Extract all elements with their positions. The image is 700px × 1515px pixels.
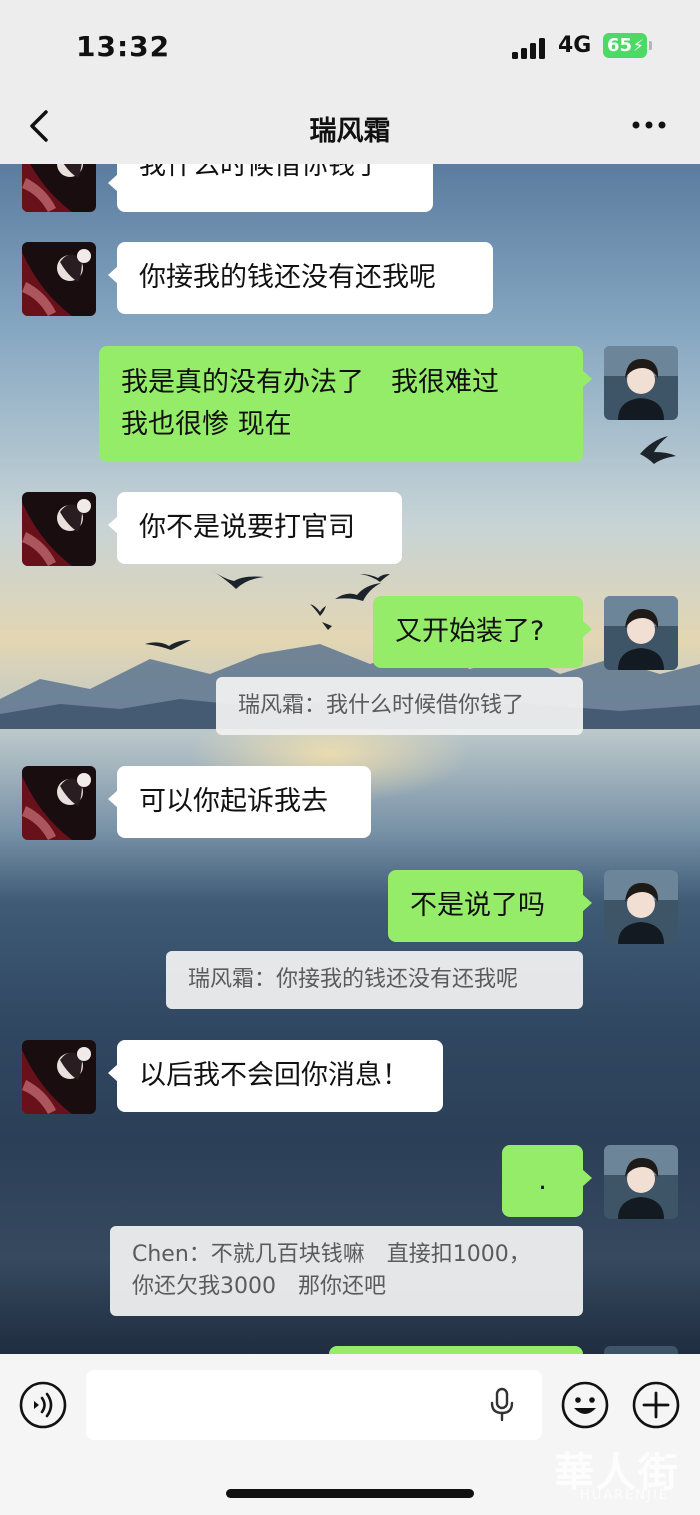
message-received[interactable]: 以后我不会回你消息！ <box>108 1040 443 1112</box>
message-sent[interactable]: 我是真的没有办法了 我很难过 我也很惨 现在 <box>99 346 592 462</box>
contact-avatar[interactable] <box>22 492 96 566</box>
my-avatar-partial <box>604 1346 678 1354</box>
network-type: 4G <box>558 33 592 58</box>
signal-icon <box>512 37 548 59</box>
chat-area[interactable]: 我什么时候借你钱了 你接我的钱还没有还我呢 我是真的没有办法了 我很难过 我也很… <box>0 164 700 1354</box>
battery-level: 65 <box>607 35 633 56</box>
my-avatar[interactable] <box>604 870 678 944</box>
message-sent[interactable]: 又开始装了? <box>373 596 592 668</box>
message-line: 我是真的没有办法了 我很难过 <box>121 367 499 398</box>
message-received[interactable]: 我什么时候借你钱了 <box>108 164 433 212</box>
message-received[interactable]: 你接我的钱还没有还我呢 <box>108 242 493 314</box>
chat-header: 瑞风霜 <box>0 92 700 164</box>
status-time: 13:32 <box>76 30 171 63</box>
battery-icon: 65 ⚡ <box>603 33 652 58</box>
watermark-en: HUARENJIE <box>580 1488 670 1503</box>
contact-avatar[interactable] <box>22 1040 96 1114</box>
my-avatar[interactable] <box>604 1145 678 1219</box>
background-birds <box>145 436 676 650</box>
contact-avatar[interactable] <box>22 766 96 840</box>
voice-icon[interactable] <box>19 1381 67 1429</box>
emoji-icon[interactable] <box>561 1381 609 1429</box>
chat-title[interactable]: 瑞风霜 <box>0 109 700 148</box>
input-bar: 華人街 HUARENJIE <box>0 1354 700 1515</box>
contact-avatar[interactable] <box>22 164 96 212</box>
message-sent[interactable]: 不是说了吗 <box>388 870 592 942</box>
plus-icon[interactable] <box>632 1381 680 1429</box>
message-received[interactable]: 可以你起诉我去 <box>108 766 371 838</box>
message-sent[interactable]: . <box>502 1145 592 1217</box>
my-avatar[interactable] <box>604 596 678 670</box>
quoted-message[interactable]: 瑞风霜：你接我的钱还没有还我呢 <box>166 951 583 1009</box>
message-sent-partial <box>329 1346 583 1354</box>
home-indicator[interactable] <box>226 1489 474 1498</box>
microphone-icon[interactable] <box>489 1387 515 1423</box>
quoted-message[interactable]: Chen：不就几百块钱嘛 直接扣1000， 你还欠我3000 那你还吧 <box>110 1226 583 1316</box>
watermark-logo: 華人街 HUARENJIE <box>548 1440 698 1515</box>
contact-avatar[interactable] <box>22 242 96 316</box>
message-input[interactable] <box>86 1370 542 1440</box>
quoted-message[interactable]: 瑞风霜：我什么时候借你钱了 <box>216 677 583 735</box>
message-line: 我也很惨 现在 <box>121 409 292 440</box>
message-received[interactable]: 你不是说要打官司 <box>108 492 402 564</box>
my-avatar[interactable] <box>604 346 678 420</box>
status-bar: 13:32 4G 65 ⚡ <box>0 0 700 92</box>
more-dots-icon[interactable] <box>630 110 670 140</box>
